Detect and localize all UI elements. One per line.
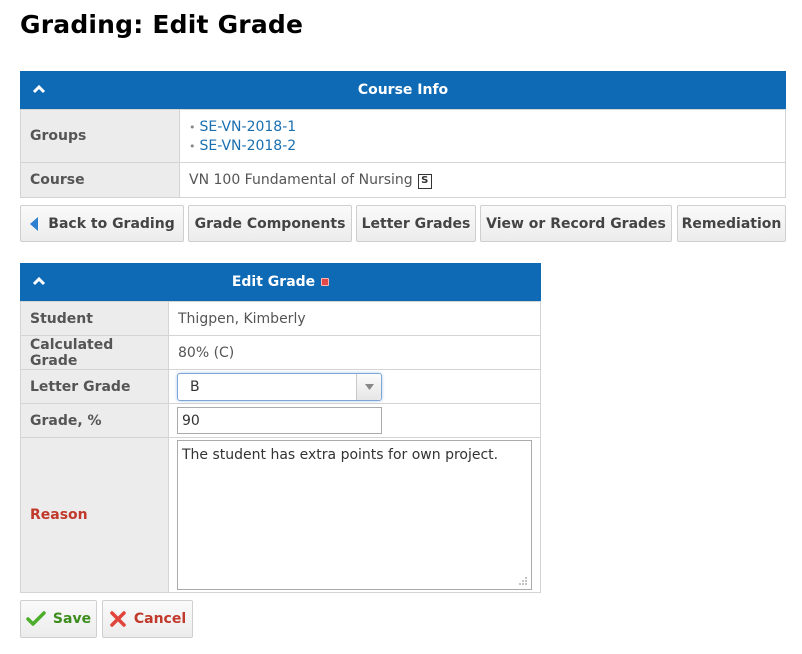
page-title: Grading: Edit Grade [20, 10, 304, 39]
grade-percent-cell [168, 403, 541, 438]
group-link-2[interactable]: SE-VN-2018-2 [200, 138, 297, 154]
collapse-chevron-up-icon[interactable] [32, 274, 46, 288]
letter-grades-button[interactable]: Letter Grades [356, 205, 476, 242]
grade-percent-label: Grade, % [20, 403, 169, 438]
groups-value: • SE-VN-2018-1 • SE-VN-2018-2 [179, 109, 786, 163]
s-badge-icon: S [417, 173, 432, 189]
course-name: VN 100 Fundamental of Nursing [189, 171, 413, 188]
student-label: Student [20, 301, 169, 336]
student-value: Thigpen, Kimberly [168, 301, 541, 336]
groups-row: Groups • SE-VN-2018-1 • SE-VN-2018-2 [20, 109, 786, 163]
reason-cell [168, 437, 541, 593]
collapse-chevron-up-icon[interactable] [32, 82, 46, 96]
edit-grade-header: Edit Grade [20, 263, 541, 301]
bullet: • [189, 140, 196, 153]
grade-components-button[interactable]: Grade Components [188, 205, 352, 242]
resize-grip-icon[interactable] [519, 577, 527, 585]
grade-percent-row: Grade, % [20, 403, 541, 438]
cancel-button[interactable]: Cancel [102, 600, 193, 638]
checkmark-icon [26, 611, 46, 626]
calculated-grade-label: Calculated Grade [20, 335, 169, 370]
student-row: Student Thigpen, Kimberly [20, 301, 541, 336]
save-button[interactable]: Save [20, 600, 97, 638]
course-value: VN 100 Fundamental of Nursing S [179, 162, 786, 198]
save-label: Save [52, 611, 92, 627]
calculated-grade-value: 80% (C) [168, 335, 541, 370]
edit-grade-title: Edit Grade [231, 274, 316, 290]
remediation-button[interactable]: Remediation [677, 205, 786, 242]
close-x-icon [110, 611, 126, 627]
reason-row: Reason [20, 437, 541, 593]
course-label: Course [20, 162, 180, 198]
letter-grade-label: Letter Grade [20, 369, 169, 404]
course-info-table: Groups • SE-VN-2018-1 • SE-VN-2018-2 Cours… [20, 109, 786, 198]
calculated-grade-row: Calculated Grade 80% (C) [20, 335, 541, 370]
back-to-grading-button[interactable]: Back to Grading [20, 205, 184, 242]
view-record-grades-button[interactable]: View or Record Grades [480, 205, 672, 242]
edit-grade-table: Student Thigpen, Kimberly Calculated Gra… [20, 301, 541, 593]
letter-grade-cell: B [168, 369, 541, 404]
bullet: • [189, 121, 196, 134]
cancel-label: Cancel [133, 611, 187, 627]
group-link-1[interactable]: SE-VN-2018-1 [200, 119, 297, 135]
dropdown-arrow-icon[interactable] [356, 373, 381, 400]
course-info-header: Course Info [20, 71, 786, 109]
groups-label: Groups [20, 109, 180, 163]
back-to-grading-label: Back to Grading [48, 215, 175, 232]
course-row: Course VN 100 Fundamental of Nursing S [20, 162, 786, 198]
grade-percent-input[interactable] [177, 407, 382, 434]
edit-grade-panel: Edit Grade Student Thigpen, Kimberly Cal… [20, 263, 541, 593]
reason-textarea[interactable] [177, 440, 532, 590]
course-info-panel: Course Info Groups • SE-VN-2018-1 • SE-VN-… [20, 71, 786, 198]
back-arrow-icon [30, 216, 39, 231]
course-info-title: Course Info [357, 82, 449, 98]
reason-label: Reason [20, 437, 169, 593]
letter-grade-row: Letter Grade B [20, 369, 541, 404]
required-marker-icon [321, 278, 330, 286]
letter-grade-select[interactable]: B [177, 372, 382, 401]
letter-grade-selected: B [190, 378, 200, 395]
